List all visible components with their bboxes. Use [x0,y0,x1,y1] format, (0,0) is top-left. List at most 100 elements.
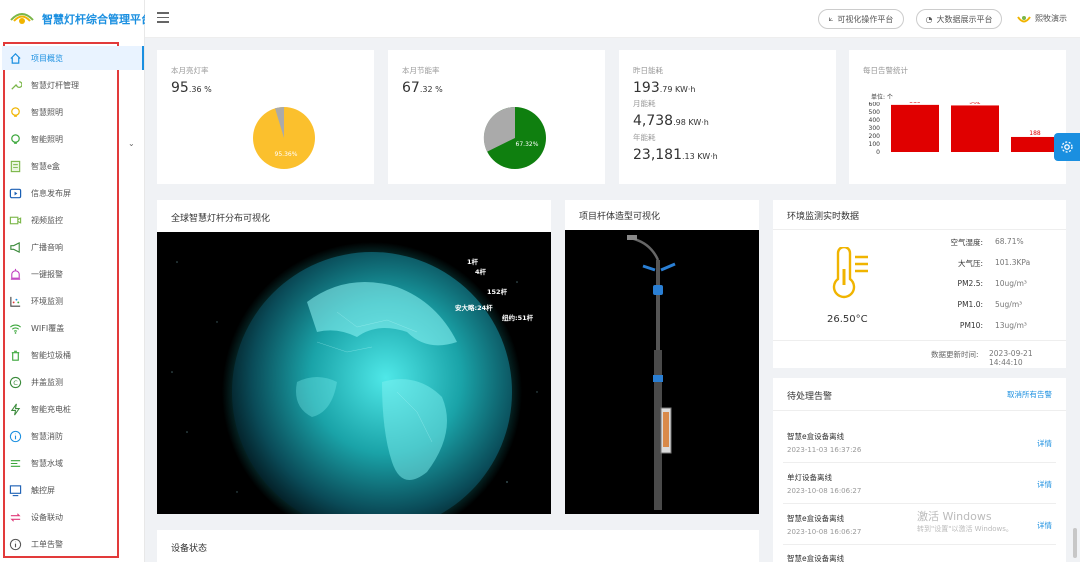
panel-title: 设备状态 [171,544,208,554]
globe-label: 1杆 [467,257,479,266]
sidebar-item-broadcast[interactable]: 广播音响 [8,235,138,259]
user-menu[interactable]: 熙牧演示 [1017,13,1067,24]
sidebar-item-intelligent-light[interactable]: 智能照明 [8,127,138,151]
chevron-down-icon[interactable]: ⌄ [128,139,135,148]
button-label: 大数据展示平台 [936,14,993,24]
light-rate-pie: 95.36% [253,106,315,169]
sidebar-item-label: 井盖监测 [31,377,63,387]
sidebar-item-label: 信息发布屏 [31,188,71,198]
scrollbar-thumb[interactable] [1073,528,1077,558]
lightning-icon [8,402,22,416]
bar-value-label: 582 [969,102,981,105]
visual-platform-button[interactable]: ⟀ 可视化操作平台 [818,9,904,29]
bulb-icon [8,105,22,119]
sidebar-item-video[interactable]: 视频监控 [8,208,138,232]
sidebar-item-overview[interactable]: 项目概览 [2,46,144,70]
y-tick-label: 0 [876,149,880,156]
alarm-detail-link[interactable]: 详情 [1037,479,1052,490]
update-label: 数据更新时间: [931,350,979,359]
value-decimal: .98 KW·h [673,118,709,127]
chart-line-icon: ⟀ [828,14,834,23]
divider [783,462,1056,463]
pie-label: 67.32% [516,141,539,148]
y-tick-label: 500 [869,109,881,116]
trash-icon [8,348,22,362]
sidebar-item-trash[interactable]: 智能垃圾桶 [8,343,138,367]
card-label: 本月亮灯率 [171,66,209,75]
update-time: 2023-09-21 14:44:10 [989,349,1033,367]
sidebar-item-label: 智能照明 [31,134,63,144]
thermometer-icon [832,247,868,299]
pm25-value: 10ug/m³ [995,279,1027,288]
divider [773,229,1066,230]
temperature-value: 26.50°C [827,314,868,325]
month-value: 4,738.98 KW·h [633,113,709,129]
pole-model-visual[interactable] [565,230,759,514]
sidebar-item-manhole[interactable]: C 井盖监测 [8,370,138,394]
sidebar-item-pole-manage[interactable]: 智慧灯杆管理 [8,73,138,97]
cancel-all-alarms-link[interactable]: 取消所有告警 [1007,389,1052,400]
app-title: 智慧灯杆综合管理平台 [42,13,152,26]
scatter-icon [8,294,22,308]
alarm-bar [951,105,999,152]
value-decimal: .79 KW·h [659,85,696,94]
alarm-icon [8,267,22,281]
settings-button[interactable] [1054,133,1080,161]
sidebar-item-smart-light[interactable]: 智慧照明 [8,100,138,124]
sidebar-item-label: 智慧照明 [31,107,63,117]
logo-icon [8,10,36,28]
sidebar-item-water[interactable]: 智慧水域 [8,451,138,475]
sidebar-item-info-screen[interactable]: 信息发布屏 [8,181,138,205]
logo: 智慧灯杆综合管理平台 [8,8,152,30]
yesterday-value: 193.79 KW·h [633,80,695,96]
alarm-title: 智慧e盒设备离线 [787,554,845,562]
sidebar-item-fire[interactable]: 智慧消防 [8,424,138,448]
bigdata-platform-button[interactable]: ◔ 大数据展示平台 [916,9,1002,29]
card-label: 月能耗 [633,99,656,108]
menu-toggle-icon[interactable] [157,12,169,24]
globe-label: 152杆 [487,287,508,296]
sidebar-item-label: 设备联动 [31,512,63,522]
screen-play-icon [8,186,22,200]
sidebar-item-alarm[interactable]: 一键报警 [8,262,138,286]
alarm-bar-chart: 6005004003002001000 589 582 188 [869,102,1059,156]
pie-label: 95.36% [275,151,298,158]
alarm-detail-link[interactable]: 详情 [1037,520,1052,531]
sidebar-item-label: 触控屏 [31,485,55,495]
pole-graphic [627,235,676,510]
bulb-green-icon [8,132,22,146]
sidebar-item-label: 智能充电桩 [31,404,71,414]
y-tick-label: 300 [869,125,881,132]
sidebar-item-label: WIFI覆盖 [31,323,65,333]
y-tick-label: 100 [869,141,881,148]
value-decimal: .36 % [188,85,212,94]
home-icon [8,51,22,65]
button-label: 可视化操作平台 [837,14,894,24]
env-card: 环境监测实时数据 26.50°C 空气湿度: 68.71% 大气压: 101.3… [773,200,1066,368]
globe-label: 安大略:24杆 [455,303,493,312]
sidebar-item-workorder[interactable]: 工单告警 [8,532,138,556]
card-label: 年能耗 [633,133,656,142]
sidebar-item-wifi[interactable]: WIFI覆盖 [8,316,138,340]
pm10-value: 13ug/m³ [995,321,1027,330]
divider [773,340,1066,341]
pending-alarms-card: 待处理告警 取消所有告警 智慧e盒设备离线 2023-11-03 16:37:2… [773,378,1066,562]
wifi-icon [8,321,22,335]
sidebar-item-label: 视频监控 [31,215,63,225]
user-name: 熙牧演示 [1035,14,1067,23]
sidebar-item-ebox[interactable]: 智慧e盒 [8,154,138,178]
sidebar-item-linkage[interactable]: 设备联动 [8,505,138,529]
alarm-detail-link[interactable]: 详情 [1037,438,1052,449]
sidebar-item-env[interactable]: 环境监测 [8,289,138,313]
value-int: 23,181 [633,147,682,163]
globe-visual[interactable]: 1杆 4杆 152杆 安大略:24杆 纽约:51杆 [157,232,551,514]
water-icon [8,456,22,470]
sidebar-item-label: 智慧灯杆管理 [31,80,79,90]
alarm-time: 2023-10-08 16:06:27 [787,528,862,536]
y-tick-label: 400 [869,117,881,124]
sidebar-item-charging[interactable]: 智能充电桩 [8,397,138,421]
sidebar-item-touchscreen[interactable]: 触控屏 [8,478,138,502]
saving-rate-pie: 67.32% [483,106,546,169]
pm25-label: PM2.5: [957,279,983,288]
pm10-label: PM10: [959,321,983,330]
